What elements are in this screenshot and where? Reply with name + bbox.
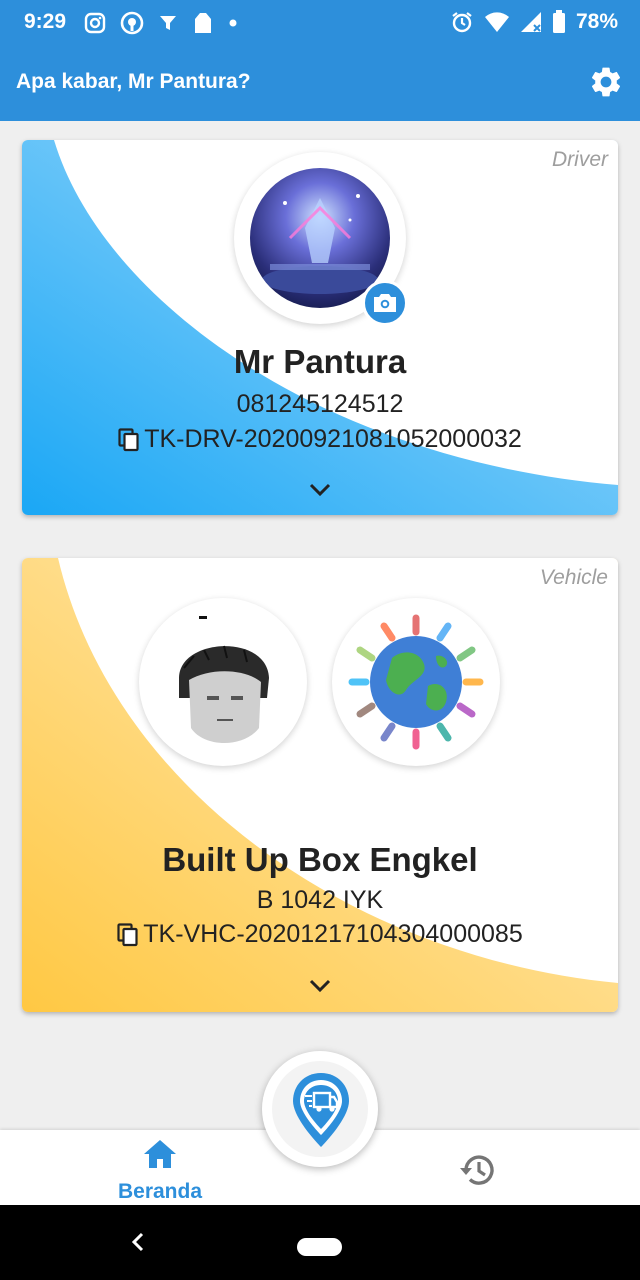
back-icon[interactable] [128, 1230, 148, 1254]
vehicle-photo-1[interactable] [149, 608, 297, 756]
vehicle-id: TK-VHC-20201217104304000085 [143, 920, 523, 948]
dot-icon [229, 19, 237, 27]
driver-id-row[interactable]: TK-DRV-20200921081052000032 [22, 425, 618, 454]
copy-icon[interactable] [118, 427, 140, 452]
system-navigation-bar [0, 1205, 640, 1280]
driver-phone: 081245124512 [236, 390, 404, 418]
instagram-icon [84, 12, 106, 34]
nav-item-beranda[interactable]: Beranda [100, 1130, 220, 1205]
status-system-icons: 78% [450, 10, 618, 34]
wifi-icon [484, 12, 509, 32]
sketch-portrait-image [149, 608, 297, 756]
driver-name: Mr Pantura [233, 343, 407, 380]
globe-people-image [342, 608, 490, 756]
alarm-icon [452, 12, 472, 33]
greeting-title: Apa kabar, Mr Pantura? [16, 70, 251, 93]
fab-delivery-button[interactable] [262, 1051, 378, 1167]
vehicle-card-content: Vehicle Built Up Box Engkel B 1042 IYK T… [22, 558, 618, 1012]
status-bar: 9:29 78% [0, 0, 640, 46]
settings-button[interactable] [588, 64, 624, 100]
fab-inner [272, 1061, 368, 1157]
status-time: 9:29 [24, 10, 67, 33]
brand-icon [120, 11, 144, 35]
chevron-down-icon[interactable] [309, 979, 331, 993]
gear-icon [591, 67, 621, 97]
battery-icon [552, 10, 565, 33]
driver-card-content: Driver Mr Pantura 081245124512 TK-DRV-20… [22, 140, 618, 515]
vehicle-photo-frame-1 [139, 598, 307, 766]
bag-icon [195, 13, 211, 33]
chevron-down-icon[interactable] [309, 483, 331, 497]
battery-percentage: 78% [575, 10, 618, 33]
vehicle-card[interactable]: Vehicle Built Up Box Engkel B 1042 IYK T… [22, 558, 618, 1012]
change-photo-button[interactable] [362, 280, 408, 326]
driver-card[interactable]: Driver Mr Pantura 081245124512 TK-DRV-20… [22, 140, 618, 515]
status-notification-icons [84, 11, 238, 35]
delivery-pin-icon [293, 1073, 349, 1147]
home-icon [144, 1140, 176, 1168]
signal-icon [520, 12, 541, 32]
vehicle-tag: Vehicle [539, 566, 608, 589]
vehicle-photo-2[interactable] [342, 608, 490, 756]
nav-label-beranda: Beranda [117, 1180, 203, 1203]
app-bar: Apa kabar, Mr Pantura? [0, 46, 640, 121]
driver-id: TK-DRV-20200921081052000032 [144, 425, 522, 453]
vehicle-plate: B 1042 IYK [256, 886, 384, 914]
driver-tag: Driver [552, 148, 608, 171]
vehicle-photo-frame-2 [332, 598, 500, 766]
camera-icon [374, 294, 396, 312]
vehicle-id-row[interactable]: TK-VHC-20201217104304000085 [22, 920, 618, 949]
filter-icon [160, 16, 176, 30]
copy-icon[interactable] [117, 922, 139, 947]
nav-item-history[interactable] [458, 1150, 498, 1190]
history-icon [460, 1155, 494, 1185]
home-pill-button[interactable] [297, 1238, 342, 1256]
vehicle-name: Built Up Box Engkel [162, 841, 478, 878]
